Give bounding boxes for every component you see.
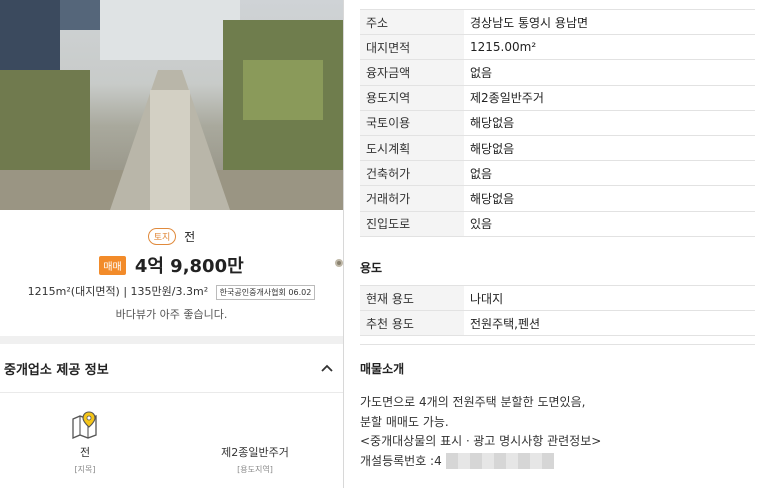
table-row: 용도지역 제2종일반주거 [360,85,755,111]
association-badge: 한국공인중개사협회 06.02 [215,284,316,300]
table-row: 대지면적 1215.00m² [360,34,755,61]
agent-divider [0,392,343,393]
listing-panel: 토지 전 매매 4억 9,800만 1215m²(대지면적) | 135만원/3… [0,0,343,488]
table-row: 추천 용도 전원주택,펜션 [360,310,755,337]
detail-value: 해당없음 [464,135,755,162]
table-row: 거래허가 해당없음 [360,185,755,212]
table-row: 현재 용도 나대지 [360,284,755,312]
detail-value: 없음 [464,59,755,86]
detail-value: 없음 [464,160,755,187]
section-divider [0,336,343,344]
land-category-value: 전 [79,446,91,459]
area-info: 1215m²(대지면적) | 135만원/3.3m² [27,285,209,298]
table-row: 주소 경상남도 통영시 용남면 [360,8,755,36]
detail-value: 1215.00m² [464,34,755,61]
usage-value: 전원주택,펜션 [464,310,755,337]
table-row: 도시계획 해당없음 [360,135,755,162]
listing-description: 바다뷰가 아주 좋습니다. [115,308,228,321]
usage-section-title: 용도 [360,261,383,275]
zoning-label: [용도지역] [237,465,273,474]
detail-key: 거래허가 [360,185,464,212]
agent-info-title: 중개업소 제공 정보 [4,362,109,378]
detail-key: 국토이용 [360,110,464,136]
details-table: 주소 경상남도 통영시 용남면 대지면적 1215.00m² 융자금액 없음 용도지역… [360,8,755,237]
land-category-label: [지목] [74,465,96,474]
table-row: 국토이용 해당없음 [360,110,755,136]
detail-key: 융자금액 [360,59,464,86]
detail-key: 주소 [360,8,464,36]
intro-text: 가도면으로 4개의 전원주택 분할한 도면있음, 분할 매매도 가능. <중개대… [360,393,601,471]
property-photo[interactable] [0,0,343,210]
feature-land-category: 전 [지목] [40,410,130,475]
chevron-up-icon[interactable] [321,360,333,376]
table-row: 진입도로 있음 [360,211,755,237]
table-row: 융자금액 없음 [360,59,755,86]
redacted-registration-number [445,453,554,469]
intro-line: <중개대상물의 표시ㆍ광고 명시사항 관련정보> [360,434,602,448]
usage-key: 현재 용도 [360,284,464,312]
zoning-value: 제2종일반주거 [221,446,289,459]
usage-value: 나대지 [464,284,755,312]
price: 4억 9,800만 [134,256,244,277]
detail-key: 진입도로 [360,211,464,237]
property-type: 전 [184,230,196,244]
property-type-row: 토지 전 [0,228,343,245]
registration-line: 개설등록번호 :4 [360,452,601,472]
map-pin-icon [70,410,100,440]
registration-label: 개설등록번호 :4 [360,453,442,468]
scroll-indicator-icon[interactable] [333,256,343,270]
detail-value: 있음 [464,211,755,237]
details-panel: 주소 경상남도 통영시 용남면 대지면적 1215.00m² 융자금액 없음 용도지역… [344,0,762,488]
detail-key: 도시계획 [360,135,464,162]
detail-key: 건축허가 [360,160,464,187]
intro-line: 가도면으로 4개의 전원주택 분할한 도면있음, [360,395,586,409]
detail-value: 해당없음 [464,185,755,212]
feature-zoning: 제2종일반주거 [용도지역] [190,410,320,475]
type-badge: 토지 [147,228,177,245]
usage-key: 추천 용도 [360,310,464,337]
detail-key: 용도지역 [360,85,464,111]
detail-value: 경상남도 통영시 용남면 [464,8,755,36]
intro-section-title: 매물소개 [360,362,405,376]
agent-info-header[interactable]: 중개업소 제공 정보 [0,352,343,384]
table-row: 건축허가 없음 [360,160,755,187]
detail-key: 대지면적 [360,34,464,61]
usage-table: 현재 용도 나대지 추천 용도 전원주택,펜션 [360,284,755,337]
intro-line: 분할 매매도 가능. [360,414,449,429]
detail-value: 제2종일반주거 [464,85,755,111]
area-info-row: 1215m²(대지면적) | 135만원/3.3m² 한국공인중개사협회 06.… [0,283,343,300]
price-row: 매매 4억 9,800만 [0,252,343,278]
deal-type-badge: 매매 [99,255,126,275]
detail-value: 해당없음 [464,110,755,136]
section-divider [360,344,755,345]
